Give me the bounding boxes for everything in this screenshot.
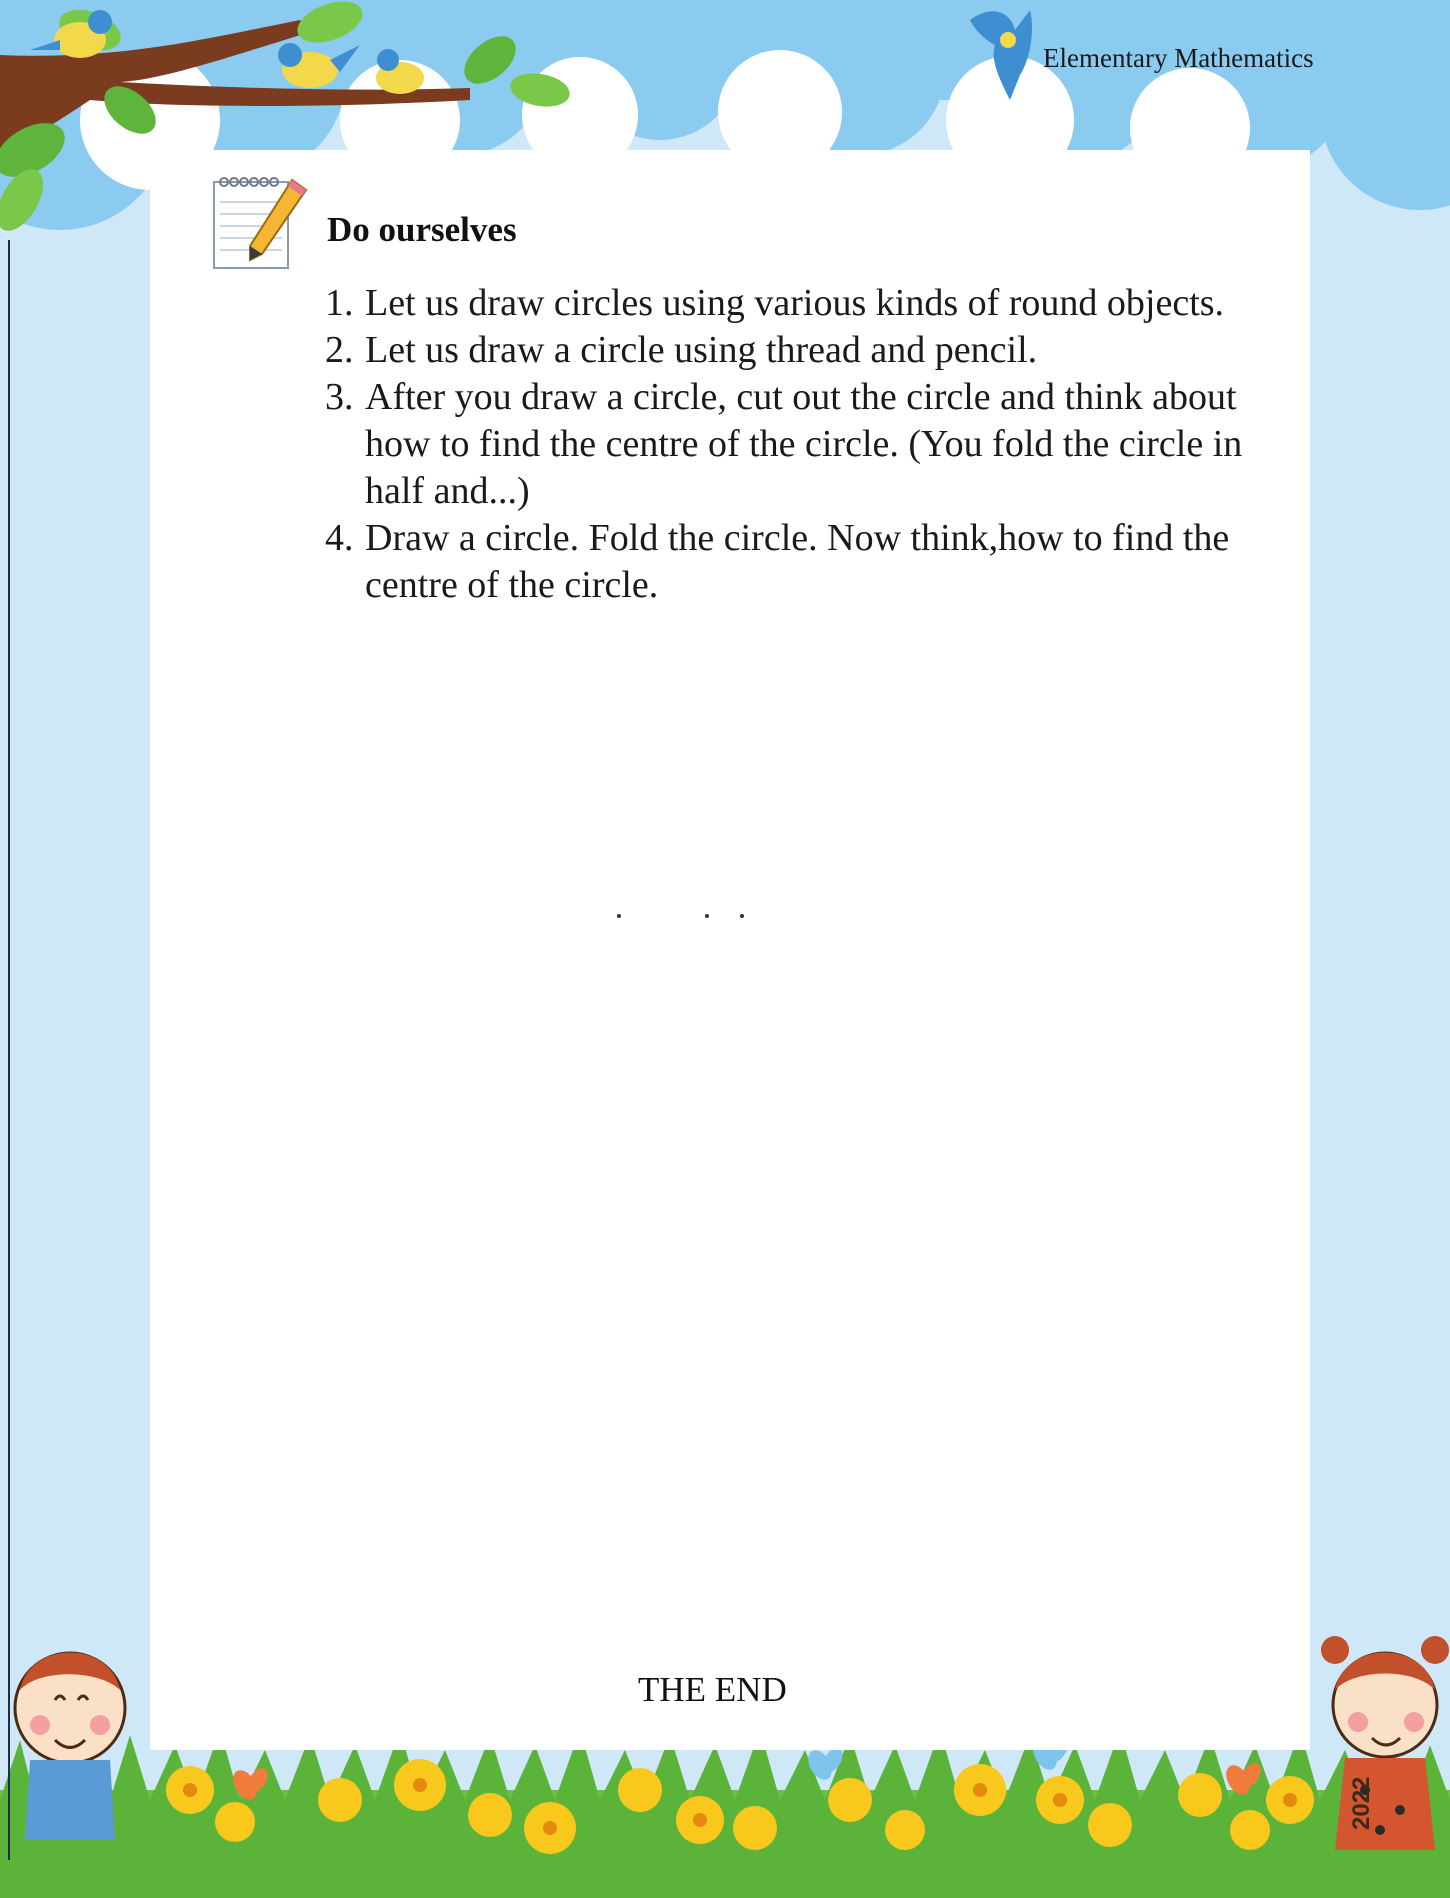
left-margin-rule — [8, 240, 10, 1860]
item-text: After you draw a circle, cut out the cir… — [365, 376, 1243, 512]
stray-dot — [740, 914, 744, 918]
notepad-pencil-icon — [213, 177, 308, 269]
item-number: 3. — [325, 376, 354, 418]
boy-illustration — [13, 1651, 127, 1840]
stray-dot — [705, 914, 709, 918]
item-text: Let us draw circles using various kinds … — [365, 282, 1225, 324]
header-title: Elementary Mathematics — [1043, 43, 1314, 73]
item-text: Draw a circle. Fold the circle. Now thin… — [365, 517, 1230, 606]
stray-dot — [617, 914, 621, 918]
list-item: 2. Let us draw a circle using thread and… — [325, 327, 1285, 374]
list-item: 1. Let us draw circles using various kin… — [325, 280, 1285, 327]
year-mark: 2022 — [1348, 1776, 1375, 1830]
item-text: Let us draw a circle using thread and pe… — [365, 329, 1038, 371]
end-text: THE END — [638, 1670, 787, 1709]
list-item: 3. After you draw a circle, cut out the … — [325, 374, 1285, 515]
section-title: Do ourselves — [327, 210, 517, 249]
list-item: 4. Draw a circle. Fold the circle. Now t… — [325, 515, 1285, 609]
instruction-list: 1. Let us draw circles using various kin… — [325, 280, 1285, 609]
item-number: 1. — [325, 282, 354, 324]
item-number: 4. — [325, 517, 354, 559]
item-number: 2. — [325, 329, 354, 371]
